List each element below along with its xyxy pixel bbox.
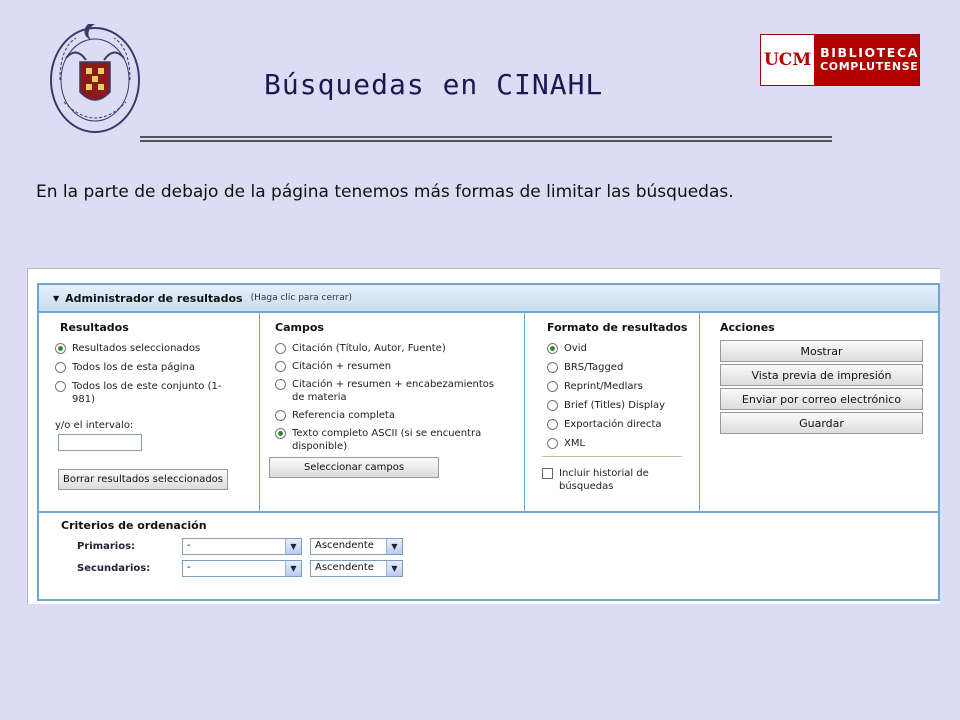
radio-button[interactable] (55, 362, 66, 373)
option-label: Referencia completa (292, 410, 395, 421)
results-manager-columns: Resultados Resultados seleccionados Todo… (39, 313, 938, 513)
sort-criteria-heading: Criterios de ordenación (61, 519, 207, 532)
radio-option-citacion-resumen[interactable]: Citación + resumen (267, 360, 524, 373)
select-value: Ascendente (315, 540, 374, 551)
acciones-heading: Acciones (720, 321, 775, 334)
resultados-heading: Resultados (60, 321, 129, 334)
sort-criteria-section: Criterios de ordenación Primarios: - ▼ A… (39, 513, 938, 577)
university-seal-icon (50, 24, 140, 133)
slide-title: Búsquedas en CINAHL (264, 68, 604, 101)
radio-button[interactable] (55, 381, 66, 392)
sort-row-secondary: Secundarios: - ▼ Ascendente ▼ (61, 560, 938, 577)
intro-text: En la parte de debajo de la página tenem… (36, 182, 734, 202)
format-separator (542, 456, 682, 457)
chevron-down-icon[interactable]: ▼ (285, 539, 301, 554)
option-label: BRS/Tagged (564, 362, 624, 373)
radio-option-todos-pagina[interactable]: Todos los de esta página (55, 361, 259, 374)
option-label: XML (564, 438, 586, 449)
title-divider (140, 136, 832, 142)
sort-secondary-label: Secundarios: (77, 563, 151, 574)
radio-option-resultados-seleccionados[interactable]: Resultados seleccionados (55, 342, 259, 355)
ucm-logo-wordmark: BIBLIOTECA COMPLUTENSE (814, 35, 919, 85)
send-email-button[interactable]: Enviar por correo electrónico (720, 388, 923, 410)
radio-option-ovid[interactable]: Ovid (547, 342, 699, 355)
chevron-down-icon[interactable]: ▼ (386, 539, 402, 554)
radio-button[interactable] (275, 343, 286, 354)
select-value: - (187, 540, 191, 551)
radio-button[interactable] (275, 361, 286, 372)
guardar-button[interactable]: Guardar (720, 412, 923, 434)
radio-button[interactable] (275, 428, 286, 439)
option-label: Ovid (564, 343, 587, 354)
radio-button[interactable] (275, 410, 286, 421)
radio-option-citacion-encabezamientos[interactable]: Citación + resumen + encabezamientos de … (267, 378, 507, 404)
collapse-hint[interactable]: (Haga clic para cerrar) (251, 293, 352, 303)
radio-button[interactable] (547, 419, 558, 430)
radio-button[interactable] (547, 362, 558, 373)
sort-primary-label: Primarios: (77, 541, 136, 552)
option-label: Todos los de este conjunto (1-981) (72, 381, 222, 405)
mostrar-button[interactable]: Mostrar (720, 340, 923, 362)
formato-heading: Formato de resultados (547, 321, 688, 334)
select-value: - (187, 562, 191, 573)
option-label: Exportación directa (564, 419, 662, 430)
radio-button[interactable] (547, 343, 558, 354)
triangle-down-icon[interactable]: ▼ (53, 294, 59, 303)
radio-option-exportacion-directa[interactable]: Exportación directa (547, 418, 699, 431)
option-label: Todos los de esta página (72, 362, 196, 373)
resultados-column: Resultados Resultados seleccionados Todo… (39, 313, 260, 511)
option-label: Texto completo ASCII (si se encuentra di… (292, 428, 482, 452)
print-preview-button[interactable]: Vista previa de impresión (720, 364, 923, 386)
primary-field-select[interactable]: - ▼ (182, 538, 302, 555)
acciones-column: Acciones Mostrar Vista previa de impresi… (700, 313, 938, 511)
results-manager-panel: ▼ Administrador de resultados (Haga clic… (37, 283, 940, 601)
option-label: Reprint/Medlars (564, 381, 643, 392)
ucm-library-logo: UCM BIBLIOTECA COMPLUTENSE (760, 34, 920, 86)
results-manager-title: Administrador de resultados (65, 291, 243, 305)
interval-label: y/o el intervalo: (55, 420, 134, 431)
chevron-down-icon[interactable]: ▼ (285, 561, 301, 576)
radio-option-referencia-completa[interactable]: Referencia completa (267, 409, 524, 422)
radio-option-citacion[interactable]: Citación (Título, Autor, Fuente) (267, 342, 524, 355)
radio-button[interactable] (55, 343, 66, 354)
option-label: Citación + resumen + encabezamientos de … (292, 379, 495, 403)
primary-direction-select[interactable]: Ascendente ▼ (310, 538, 403, 555)
chevron-down-icon[interactable]: ▼ (386, 561, 402, 576)
option-label: Brief (Titles) Display (564, 400, 666, 411)
option-label: Citación + resumen (292, 361, 392, 372)
clear-selected-results-button[interactable]: Borrar resultados seleccionados (58, 469, 228, 490)
interval-input[interactable] (58, 434, 142, 451)
logo-line-complutense: COMPLUTENSE (820, 60, 919, 73)
radio-option-texto-completo[interactable]: Texto completo ASCII (si se encuentra di… (267, 427, 507, 453)
include-history-checkbox[interactable] (542, 468, 553, 479)
ucm-logo-mark: UCM (761, 35, 815, 85)
radio-option-brief-display[interactable]: Brief (Titles) Display (547, 399, 699, 412)
radio-option-reprint-medlars[interactable]: Reprint/Medlars (547, 380, 699, 393)
select-fields-button[interactable]: Seleccionar campos (269, 457, 439, 478)
radio-button[interactable] (547, 400, 558, 411)
results-manager-screenshot: ▼ Administrador de resultados (Haga clic… (27, 268, 940, 604)
radio-option-todos-conjunto[interactable]: Todos los de este conjunto (1-981) (55, 380, 240, 406)
logo-line-biblioteca: BIBLIOTECA (820, 45, 919, 60)
option-label: Incluir historial de búsquedas (559, 468, 649, 492)
radio-button[interactable] (275, 379, 286, 390)
radio-button[interactable] (547, 381, 558, 392)
radio-button[interactable] (547, 438, 558, 449)
campos-heading: Campos (275, 321, 324, 334)
radio-option-brs-tagged[interactable]: BRS/Tagged (547, 361, 699, 374)
secondary-direction-select[interactable]: Ascendente ▼ (310, 560, 403, 577)
option-label: Citación (Título, Autor, Fuente) (292, 343, 446, 354)
include-history-option[interactable]: Incluir historial de búsquedas (542, 467, 672, 493)
option-label: Resultados seleccionados (72, 343, 201, 354)
sort-row-primary: Primarios: - ▼ Ascendente ▼ (61, 538, 938, 555)
radio-option-xml[interactable]: XML (547, 437, 699, 450)
campos-column: Campos Citación (Título, Autor, Fuente) … (260, 313, 525, 511)
formato-column: Formato de resultados Ovid BRS/Tagged Re… (525, 313, 700, 511)
results-manager-header[interactable]: ▼ Administrador de resultados (Haga clic… (39, 285, 938, 313)
select-value: Ascendente (315, 562, 374, 573)
secondary-field-select[interactable]: - ▼ (182, 560, 302, 577)
